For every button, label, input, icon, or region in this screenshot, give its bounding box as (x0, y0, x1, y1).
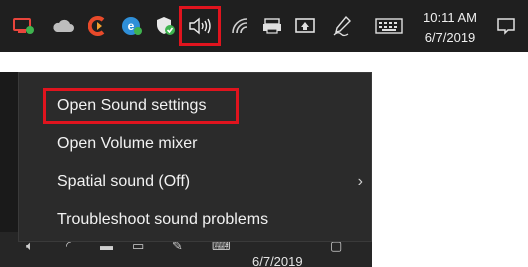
menu-item-label: Open Sound settings (57, 97, 207, 114)
edge-browser-icon[interactable]: e (118, 12, 146, 40)
touch-keyboard-icon[interactable] (372, 12, 406, 40)
remote-desktop-icon[interactable] (10, 12, 38, 40)
volume-icon-highlight-box (179, 6, 221, 46)
taskbar-clock[interactable]: 10:11 AM 6/7/2019 (414, 8, 486, 48)
menu-item-spatial-sound[interactable]: Spatial sound (Off) › (19, 163, 371, 201)
sound-context-menu: Open Sound settings Open Volume mixer Sp… (18, 72, 372, 242)
menu-item-label: Open Volume mixer (57, 135, 198, 152)
taskbar-top: e 10:11 AM 6/7/2019 (0, 0, 528, 52)
action-center-notification-icon[interactable] (492, 12, 520, 40)
bottom-clock-date: 6/7/2019 (252, 254, 303, 267)
onedrive-cloud-icon[interactable] (49, 12, 77, 40)
display-projector-icon[interactable] (291, 12, 319, 40)
volume-context-menu-screenshot: 🔈︎ ◜ ▬ ▭ ✎ ⌨ ▢ 6/7/2019 Open Sound setti… (0, 72, 372, 267)
clock-time: 10:11 AM (423, 10, 477, 25)
menu-item-label: Troubleshoot sound problems (57, 211, 269, 228)
ccleaner-icon[interactable] (84, 12, 112, 40)
menu-item-open-sound-settings[interactable]: Open Sound settings (19, 87, 371, 125)
wifi-network-icon[interactable] (226, 12, 254, 40)
printer-icon[interactable] (258, 12, 286, 40)
pen-ink-workspace-icon[interactable] (329, 12, 357, 40)
clock-date: 6/7/2019 (424, 30, 476, 45)
menu-item-open-volume-mixer[interactable]: Open Volume mixer (19, 125, 371, 163)
menu-item-label: Spatial sound (Off) (57, 173, 191, 190)
windows-security-shield-icon[interactable] (152, 12, 180, 40)
menu-item-troubleshoot-sound[interactable]: Troubleshoot sound problems (19, 201, 371, 239)
svg-text:e: e (128, 19, 135, 33)
chevron-right-icon: › (357, 173, 363, 190)
